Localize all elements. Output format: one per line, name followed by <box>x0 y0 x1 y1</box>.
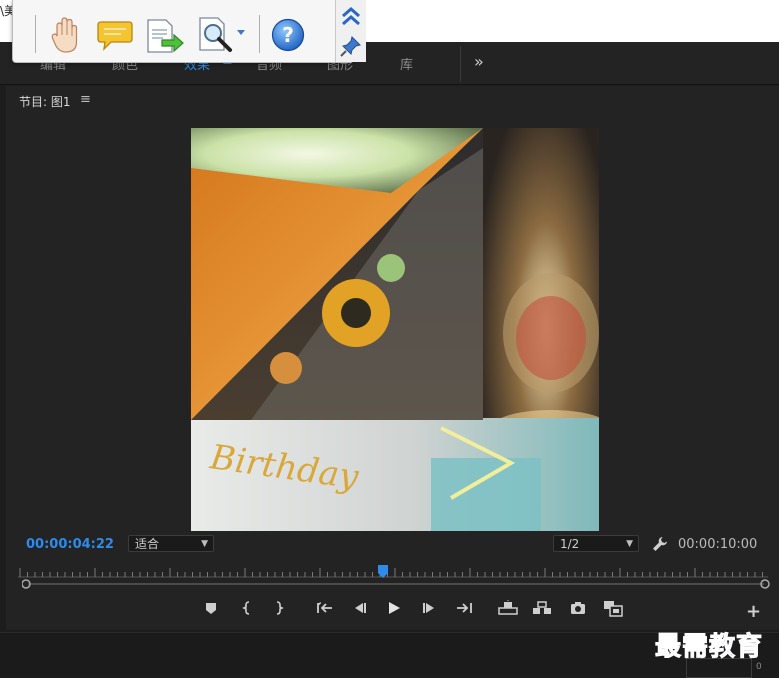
play-icon[interactable] <box>386 600 402 616</box>
lift-icon[interactable] <box>498 600 518 616</box>
mini-meter-zero: 0 <box>756 662 762 672</box>
video-frame-image: Birthday <box>191 128 599 531</box>
step-forward-icon[interactable] <box>422 600 438 616</box>
workspace-separator <box>460 46 461 82</box>
current-timecode[interactable]: 00:00:04:22 <box>26 537 114 552</box>
toolbar-separator <box>35 15 36 53</box>
help-label: ? <box>282 23 294 47</box>
wrench-icon[interactable] <box>652 536 668 552</box>
add-button-icon[interactable]: + <box>746 601 761 622</box>
floating-toolbar: ? <box>12 0 366 63</box>
help-icon[interactable]: ? <box>271 18 305 52</box>
zoom-icon[interactable] <box>197 14 247 54</box>
export-frame-icon[interactable] <box>570 600 586 616</box>
extract-icon[interactable] <box>532 600 552 616</box>
go-to-out-icon[interactable] <box>455 600 473 616</box>
mark-out-icon[interactable] <box>273 600 285 616</box>
playhead[interactable] <box>377 564 389 580</box>
time-ruler[interactable] <box>18 562 768 578</box>
watermark-logo: 最需教育 <box>654 632 764 663</box>
workspace-tab-libraries[interactable]: 库 <box>400 54 413 73</box>
mark-in-icon[interactable] <box>241 600 253 616</box>
chevron-down-icon: ▼ <box>201 539 208 549</box>
export-icon[interactable] <box>145 18 185 54</box>
go-to-in-icon[interactable] <box>316 600 334 616</box>
zoom-level-value: 适合 <box>135 537 160 551</box>
time-scrubber[interactable] <box>22 578 770 590</box>
workspace-more-button[interactable]: » <box>474 52 484 71</box>
hand-icon[interactable] <box>51 16 79 54</box>
playback-resolution-value: 1/2 <box>560 537 580 551</box>
playback-resolution-select[interactable]: 1/2 ▼ <box>553 535 639 552</box>
chevron-down-icon: ▼ <box>626 539 633 549</box>
marker-icon[interactable] <box>204 600 218 616</box>
panel-menu-icon[interactable]: ≡ <box>80 92 91 107</box>
comparison-view-icon[interactable] <box>603 600 623 618</box>
panel-title[interactable]: 节目: 图1 <box>19 93 71 110</box>
comment-icon[interactable] <box>97 20 133 52</box>
video-preview[interactable]: Birthday <box>191 128 599 531</box>
duration-timecode: 00:00:10:00 <box>678 537 758 552</box>
zoom-level-select[interactable]: 适合 ▼ <box>128 535 214 552</box>
collapse-up-icon[interactable] <box>340 6 362 28</box>
step-back-icon[interactable] <box>351 600 367 616</box>
toolbar-separator <box>259 15 260 53</box>
pin-icon[interactable] <box>340 35 362 57</box>
toolbar-side-panel <box>335 0 366 62</box>
